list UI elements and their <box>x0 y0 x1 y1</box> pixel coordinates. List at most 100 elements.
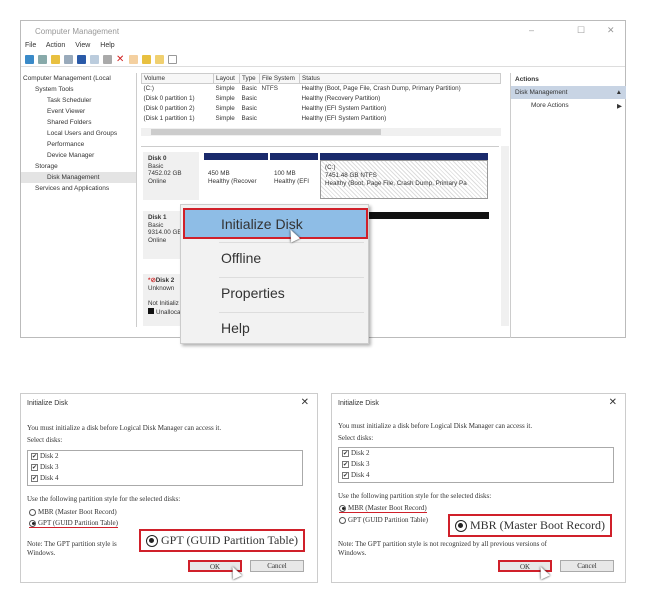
radio-gpt[interactable]: GPT (GUID Partition Table) <box>339 516 428 524</box>
col-type[interactable]: Type <box>239 73 260 84</box>
delete-icon[interactable]: ✕ <box>116 55 125 65</box>
tree-item-storage[interactable]: Storage <box>21 161 136 172</box>
disk-list-item[interactable]: ✔ Disk 2 <box>31 451 302 462</box>
radio-gpt[interactable]: GPT (GUID Partition Table) <box>29 519 118 528</box>
tree-item-device-manager[interactable]: Device Manager <box>21 150 136 161</box>
callout-label: GPT (GUID Partition Table) <box>161 533 299 547</box>
menu-item-properties[interactable]: Properties <box>221 285 285 301</box>
checkbox-checked-icon[interactable]: ✔ <box>342 471 349 479</box>
menu-action[interactable]: Action <box>46 42 65 49</box>
dialog-message: You must initialize a disk before Logica… <box>27 424 222 432</box>
tree-item-services[interactable]: Services and Applications <box>21 183 136 194</box>
navigation-tree: Computer Management (Local System Tools … <box>21 73 137 327</box>
partition-recovery[interactable]: 450 MB Healthy (Recover <box>203 152 269 199</box>
unallocated-legend-icon <box>148 307 154 314</box>
folder-icon[interactable] <box>51 55 60 64</box>
maximize-button[interactable]: ☐ <box>577 25 585 36</box>
radio-mbr[interactable]: MBR (Master Boot Record) <box>29 508 117 516</box>
checkbox-checked-icon[interactable]: ✔ <box>342 449 349 457</box>
partition-c[interactable]: (C:) 7451.48 GB NTFS Healthy (Boot, Page F… <box>319 152 489 199</box>
close-icon[interactable]: ✕ <box>609 397 617 408</box>
partition-efi[interactable]: 100 MB Healthy (EFI <box>269 152 319 199</box>
vertical-scrollbar[interactable] <box>501 146 509 326</box>
scroll-thumb[interactable] <box>151 129 381 135</box>
table-row[interactable]: (Disk 0 partition 2) Simple Basic Healthy (… <box>142 104 501 114</box>
tree-item-event-viewer[interactable]: Event Viewer <box>21 106 136 117</box>
tree-item-computer-management[interactable]: Computer Management (Local <box>21 73 136 84</box>
table-row[interactable]: (Disk 1 partition 1) Simple Basic Healthy (… <box>142 114 501 124</box>
col-file-system[interactable]: File System <box>259 73 300 84</box>
close-button[interactable]: ✕ <box>607 25 615 36</box>
window-title: Computer Management <box>35 27 120 36</box>
tree-item-performance[interactable]: Performance <box>21 139 136 150</box>
cancel-button[interactable]: Cancel <box>560 560 614 572</box>
checkbox-checked-icon[interactable]: ✔ <box>31 452 38 460</box>
menu-item-offline[interactable]: Offline <box>221 250 261 266</box>
tree-item-disk-management[interactable]: Disk Management <box>21 172 136 183</box>
horizontal-scrollbar[interactable] <box>141 128 501 136</box>
disk-list-item[interactable]: ✔ Disk 3 <box>31 462 302 473</box>
checkbox-checked-icon[interactable]: ✔ <box>342 460 349 468</box>
col-layout[interactable]: Layout <box>213 73 240 84</box>
disk-list: ✔ Disk 2 ✔ Disk 3 ✔ Disk 4 <box>27 450 303 486</box>
search-icon[interactable] <box>155 55 164 64</box>
console-icon[interactable] <box>64 55 73 64</box>
cell: Simple <box>215 95 235 102</box>
tree-item-shared-folders[interactable]: Shared Folders <box>21 117 136 128</box>
tree-item-task-scheduler[interactable]: Task Scheduler <box>21 95 136 106</box>
radio-label: MBR (Master Boot Record) <box>38 508 117 516</box>
help-book-icon[interactable] <box>77 55 86 64</box>
disk-name: Disk 4 <box>40 474 59 482</box>
cell: (C:) <box>143 85 155 93</box>
checkbox-checked-icon[interactable]: ✔ <box>31 474 38 482</box>
forward-icon[interactable] <box>38 55 47 64</box>
menu-item-help[interactable]: Help <box>221 320 250 336</box>
back-icon[interactable] <box>25 55 34 64</box>
disk-0-label[interactable]: Disk 0 Basic 7452.02 GB Online <box>143 152 199 200</box>
partition-size: 7451.48 GB NTFS <box>325 172 377 179</box>
properties-icon[interactable] <box>90 55 99 64</box>
radio-selected-icon <box>146 535 158 548</box>
tree-item-system-tools[interactable]: System Tools <box>21 84 136 95</box>
chevron-right-icon: ▶ <box>617 103 622 110</box>
menu-item-initialize-disk[interactable]: Initialize Disk <box>183 208 368 239</box>
cell: (Disk 0 partition 1) <box>143 95 195 102</box>
radio-label: MBR (Master Boot Record) <box>348 504 427 512</box>
menu-help[interactable]: Help <box>100 42 114 49</box>
col-status[interactable]: Status <box>299 73 501 84</box>
cancel-button[interactable]: Cancel <box>250 560 304 572</box>
checkbox-checked-icon[interactable]: ✔ <box>31 463 38 471</box>
more-actions-label: More Actions <box>531 102 569 109</box>
cell <box>260 104 300 114</box>
cell: Basic <box>241 115 257 122</box>
menu-view[interactable]: View <box>75 42 90 49</box>
table-row[interactable]: (C:) Simple Basic NTFS Healthy (Boot, Page F… <box>142 84 501 94</box>
radio-mbr[interactable]: MBR (Master Boot Record) <box>339 504 427 513</box>
cell <box>260 94 300 104</box>
col-volume[interactable]: Volume <box>141 73 214 84</box>
view-icon[interactable] <box>168 55 177 64</box>
tree-item-local-users[interactable]: Local Users and Groups <box>21 128 136 139</box>
callout-label: MBR (Master Boot Record) <box>470 518 605 532</box>
actions-section-label: Disk Management <box>515 89 568 96</box>
minimize-button[interactable]: – <box>529 25 534 35</box>
disk-list-item[interactable]: ✔ Disk 3 <box>342 459 613 470</box>
table-row[interactable]: (Disk 0 partition 1) Simple Basic Healthy (… <box>142 94 501 104</box>
disk-list-item[interactable]: ✔ Disk 2 <box>342 448 613 459</box>
cell <box>260 114 300 124</box>
disk-list-item[interactable]: ✔ Disk 4 <box>31 473 302 484</box>
more-actions[interactable]: More Actions ▶ <box>511 99 626 112</box>
cell: Healthy (Recovery Partition) <box>301 95 381 102</box>
menu-file[interactable]: File <box>25 42 36 49</box>
initialize-disk-dialog-mbr: Initialize Disk ✕ You must initialize a … <box>331 393 626 583</box>
disk-list-item[interactable]: ✔ Disk 4 <box>342 470 613 481</box>
disk-size: 7452.02 GB <box>148 170 182 177</box>
new-folder-icon[interactable] <box>142 55 151 64</box>
connect-icon[interactable] <box>103 55 112 64</box>
note-text-2: Windows. <box>338 549 367 557</box>
close-icon[interactable]: ✕ <box>301 397 309 408</box>
actions-disk-management[interactable]: Disk Management ▲ <box>511 86 626 99</box>
disk-name: Disk 2 <box>155 277 175 284</box>
cell: Healthy (Boot, Page File, Crash Dump, Pr… <box>301 85 461 93</box>
document-icon[interactable] <box>129 55 138 64</box>
